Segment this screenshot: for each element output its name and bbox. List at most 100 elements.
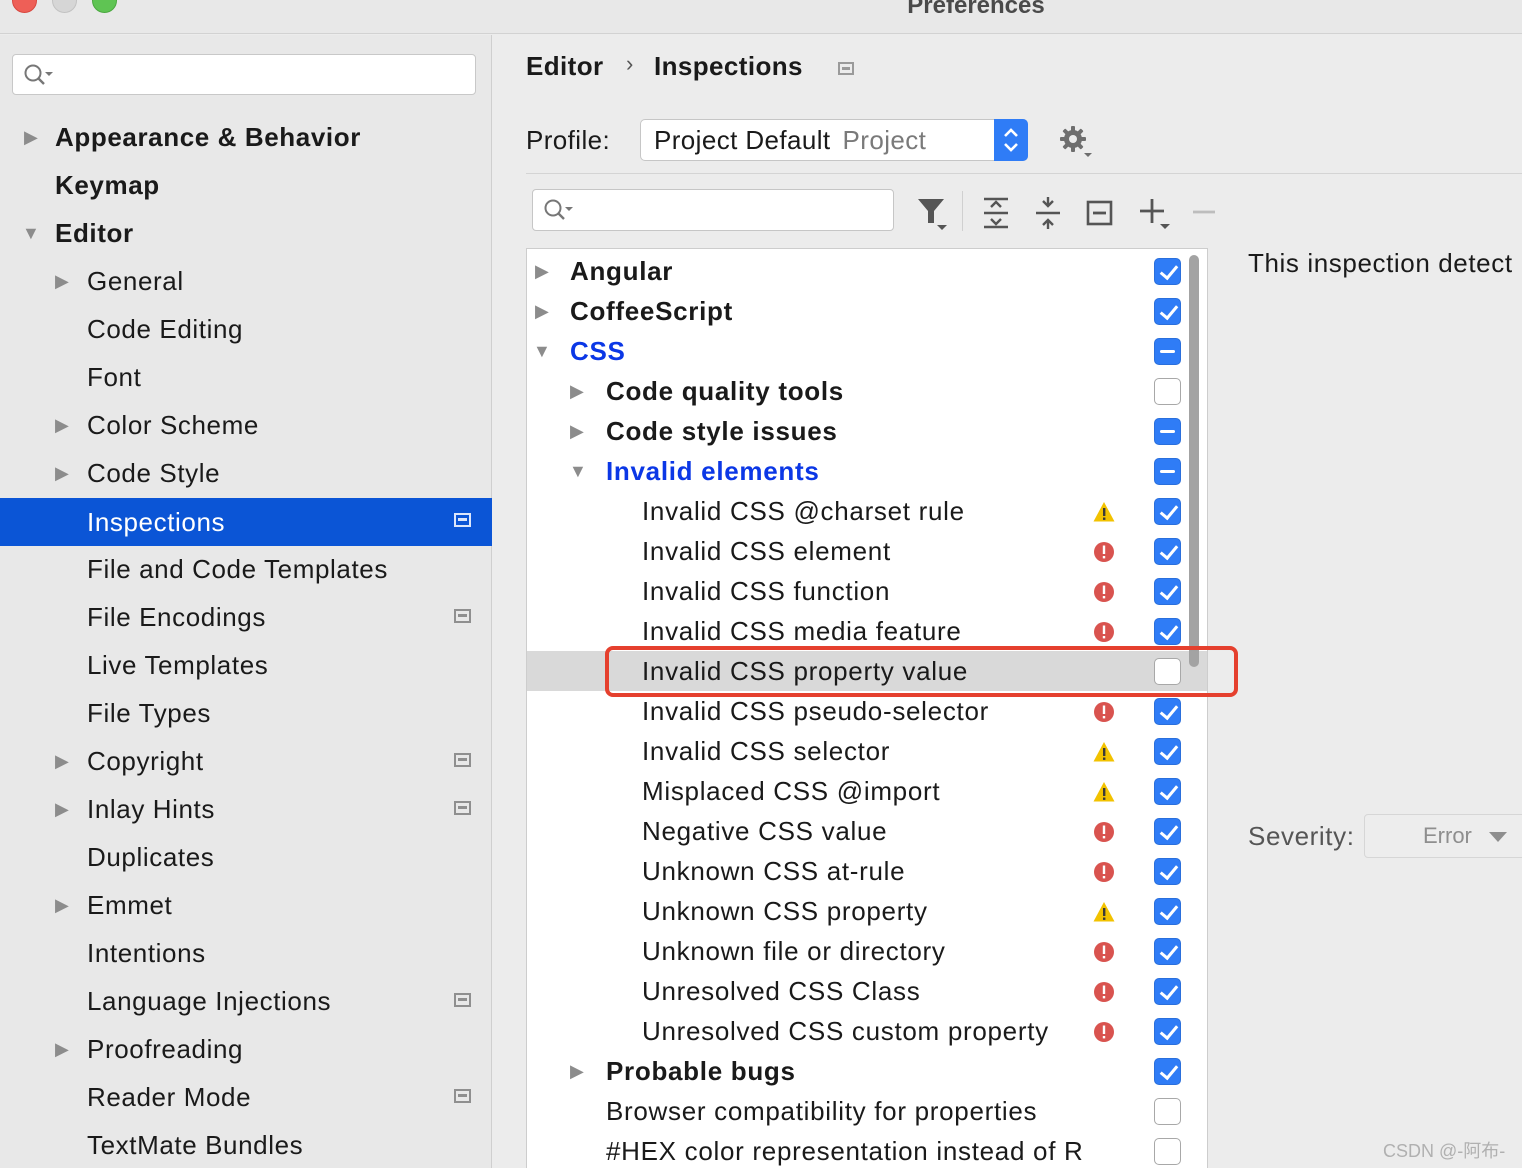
enable-checkbox[interactable] — [1154, 578, 1181, 605]
expand-arrow-icon[interactable]: ▶ — [55, 402, 69, 448]
tree-row-inspection[interactable]: Invalid CSS media feature — [527, 611, 1207, 651]
filter-icon[interactable] — [916, 195, 952, 231]
sidebar-item-file-code-templates[interactable]: File and Code Templates — [0, 546, 492, 592]
enable-checkbox[interactable] — [1154, 738, 1181, 765]
sidebar-item-reader-mode[interactable]: Reader Mode — [0, 1074, 492, 1120]
search-icon — [24, 64, 53, 85]
enable-checkbox[interactable] — [1154, 1018, 1181, 1045]
sidebar-item-file-types[interactable]: File Types — [0, 690, 492, 736]
tree-row-invalid-elements[interactable]: ▼ Invalid elements — [527, 451, 1207, 491]
tree-row-inspection[interactable]: Negative CSS value — [527, 811, 1207, 851]
expand-arrow-icon[interactable]: ▶ — [570, 1051, 584, 1091]
sidebar-item-proofreading[interactable]: ▶ Proofreading — [0, 1026, 492, 1072]
enable-checkbox[interactable] — [1154, 858, 1181, 885]
sidebar-item-color-scheme[interactable]: ▶ Color Scheme — [0, 402, 492, 448]
combo-arrows-icon[interactable] — [994, 119, 1028, 161]
enable-checkbox[interactable] — [1154, 898, 1181, 925]
sidebar-item-appearance-behavior[interactable]: ▶ Appearance & Behavior — [0, 114, 492, 160]
sidebar-item-code-editing[interactable]: Code Editing — [0, 306, 492, 352]
tree-row-inspection[interactable]: Unresolved CSS Class — [527, 971, 1207, 1011]
inspections-search-input[interactable] — [532, 189, 894, 231]
enable-checkbox[interactable] — [1154, 498, 1181, 525]
project-settings-icon — [454, 1089, 471, 1103]
enable-checkbox[interactable] — [1154, 818, 1181, 845]
sidebar-item-emmet[interactable]: ▶ Emmet — [0, 882, 492, 928]
sidebar-item-file-encodings[interactable]: File Encodings — [0, 594, 492, 640]
sidebar-item-language-injections[interactable]: Language Injections — [0, 978, 492, 1024]
tree-row-inspection[interactable]: Unknown CSS property — [527, 891, 1207, 931]
enable-checkbox[interactable] — [1154, 1058, 1181, 1085]
expand-arrow-icon[interactable]: ▶ — [55, 786, 69, 832]
tree-row-probable-bugs[interactable]: ▶ Probable bugs — [527, 1051, 1207, 1091]
enable-checkbox[interactable] — [1154, 298, 1181, 325]
tree-row-inspection[interactable]: Misplaced CSS @import — [527, 771, 1207, 811]
sidebar-item-inspections[interactable]: Inspections — [0, 498, 492, 546]
gear-icon[interactable] — [1058, 124, 1094, 160]
enable-checkbox[interactable] — [1154, 1098, 1181, 1125]
expand-arrow-icon[interactable]: ▶ — [55, 258, 69, 304]
enable-checkbox[interactable] — [1154, 458, 1181, 485]
enable-checkbox[interactable] — [1154, 258, 1181, 285]
sidebar-item-code-style[interactable]: ▶ Code Style — [0, 450, 492, 496]
enable-checkbox[interactable] — [1154, 418, 1181, 445]
sidebar-item-editor[interactable]: ▼ Editor — [0, 210, 492, 256]
tree-row-inspection[interactable]: Unknown CSS at-rule — [527, 851, 1207, 891]
sidebar-item-duplicates[interactable]: Duplicates — [0, 834, 492, 880]
expand-all-icon[interactable] — [981, 195, 1011, 231]
expand-arrow-icon[interactable]: ▶ — [570, 411, 584, 451]
enable-checkbox[interactable] — [1154, 618, 1181, 645]
enable-checkbox[interactable] — [1154, 538, 1181, 565]
collapse-arrow-icon[interactable]: ▼ — [569, 451, 587, 491]
collapse-arrow-icon[interactable]: ▼ — [22, 210, 40, 256]
tree-row-inspection[interactable]: Invalid CSS element — [527, 531, 1207, 571]
sidebar-item-textmate-bundles[interactable]: TextMate Bundles — [0, 1122, 492, 1168]
tree-scrollbar[interactable] — [1189, 255, 1199, 667]
expand-arrow-icon[interactable]: ▶ — [55, 450, 69, 496]
sidebar-item-inlay-hints[interactable]: ▶ Inlay Hints — [0, 786, 492, 832]
remove-icon[interactable] — [1191, 195, 1217, 231]
reset-icon[interactable] — [1085, 195, 1115, 231]
enable-checkbox[interactable] — [1154, 338, 1181, 365]
tree-row-css[interactable]: ▼ CSS — [527, 331, 1207, 371]
expand-arrow-icon[interactable]: ▶ — [55, 1026, 69, 1072]
tree-row-inspection[interactable]: Invalid CSS pseudo-selector — [527, 691, 1207, 731]
expand-arrow-icon[interactable]: ▶ — [55, 882, 69, 928]
tree-row-inspection[interactable]: Invalid CSS @charset rule — [527, 491, 1207, 531]
enable-checkbox[interactable] — [1154, 938, 1181, 965]
enable-checkbox[interactable] — [1154, 698, 1181, 725]
tree-row-code-quality-tools[interactable]: ▶ Code quality tools — [527, 371, 1207, 411]
tree-row-inspection[interactable]: Invalid CSS function — [527, 571, 1207, 611]
sidebar-item-font[interactable]: Font — [0, 354, 492, 400]
expand-arrow-icon[interactable]: ▶ — [535, 251, 549, 291]
tree-row-angular[interactable]: ▶ Angular — [527, 251, 1207, 291]
sidebar-item-intentions[interactable]: Intentions — [0, 930, 492, 976]
collapse-arrow-icon[interactable]: ▼ — [533, 331, 551, 371]
sidebar-item-general[interactable]: ▶ General — [0, 258, 492, 304]
warning-icon — [1093, 902, 1115, 922]
breadcrumb-editor[interactable]: Editor — [526, 51, 604, 82]
sidebar-item-copyright[interactable]: ▶ Copyright — [0, 738, 492, 784]
tree-row-inspection[interactable]: #HEX color representation instead of R — [527, 1131, 1207, 1168]
settings-search-input[interactable] — [12, 54, 476, 95]
enable-checkbox[interactable] — [1154, 378, 1181, 405]
tree-row-inspection[interactable]: Unknown file or directory — [527, 931, 1207, 971]
collapse-all-icon[interactable] — [1033, 195, 1063, 231]
severity-select[interactable]: Error — [1364, 814, 1522, 858]
project-settings-icon — [454, 609, 471, 623]
expand-arrow-icon[interactable]: ▶ — [24, 114, 38, 160]
expand-arrow-icon[interactable]: ▶ — [535, 291, 549, 331]
enable-checkbox[interactable] — [1154, 1138, 1181, 1165]
expand-arrow-icon[interactable]: ▶ — [570, 371, 584, 411]
tree-row-inspection[interactable]: Invalid CSS selector — [527, 731, 1207, 771]
tree-row-code-style-issues[interactable]: ▶ Code style issues — [527, 411, 1207, 451]
tree-row-inspection[interactable]: Unresolved CSS custom property — [527, 1011, 1207, 1051]
add-icon[interactable] — [1138, 195, 1174, 231]
sidebar-item-live-templates[interactable]: Live Templates — [0, 642, 492, 688]
profile-select[interactable]: Project Default Project — [640, 119, 1028, 161]
enable-checkbox[interactable] — [1154, 978, 1181, 1005]
sidebar-item-keymap[interactable]: Keymap — [0, 162, 492, 208]
expand-arrow-icon[interactable]: ▶ — [55, 738, 69, 784]
enable-checkbox[interactable] — [1154, 778, 1181, 805]
tree-row-inspection[interactable]: Browser compatibility for properties — [527, 1091, 1207, 1131]
tree-row-coffeescript[interactable]: ▶ CoffeeScript — [527, 291, 1207, 331]
